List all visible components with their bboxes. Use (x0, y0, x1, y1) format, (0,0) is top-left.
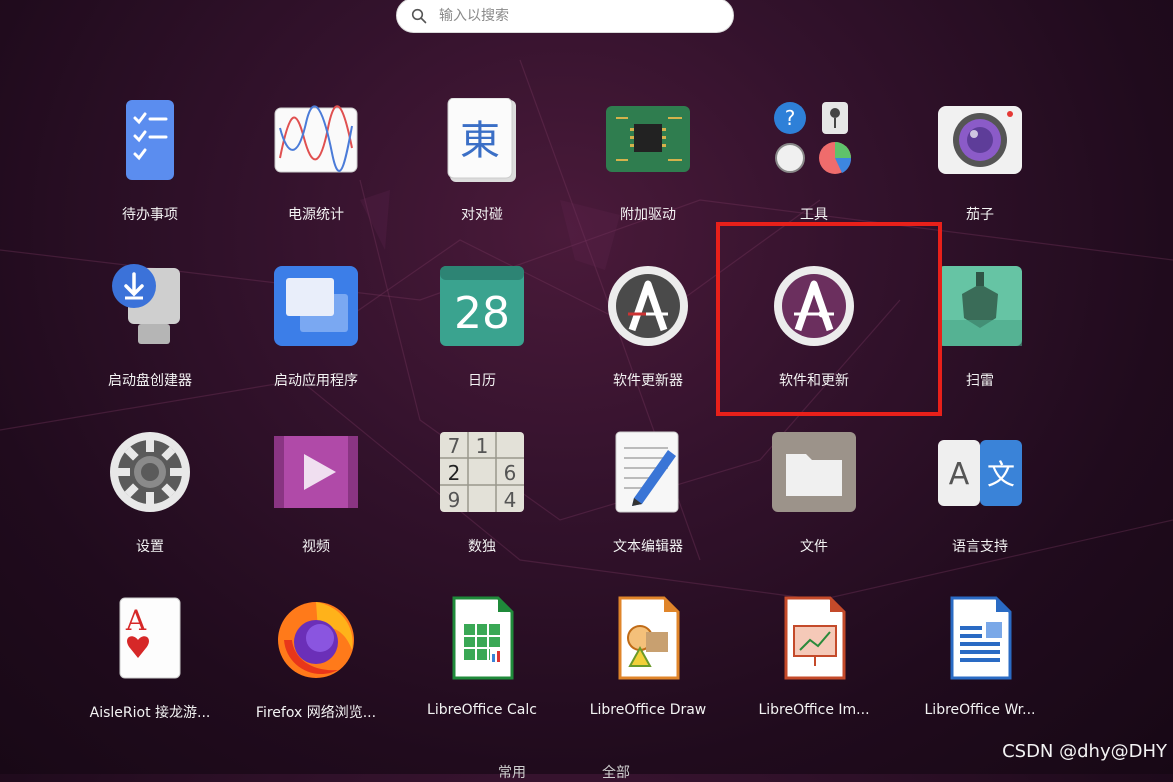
mines-icon (938, 266, 1022, 346)
app-label: 电源统计 (288, 207, 344, 223)
chip-driver-icon (606, 106, 690, 172)
app-calendar[interactable]: 28 日历 (407, 264, 557, 414)
text-editor-icon (615, 431, 679, 513)
sudoku-cell: 1 (476, 434, 489, 458)
app-label: 启动盘创建器 (108, 373, 192, 389)
sudoku-icon: 7 1 2 6 9 4 (440, 432, 524, 512)
selection-highlight-box (716, 222, 942, 416)
sudoku-cell: 7 (448, 434, 461, 458)
app-label: AisleRiot 接龙游... (89, 705, 211, 721)
tab-all[interactable]: 全部 (602, 762, 630, 782)
app-videos[interactable]: 视频 (241, 430, 391, 580)
language-support-icon: A 文 (938, 440, 1022, 506)
app-label: LibreOffice Draw (589, 702, 707, 718)
app-label: 工具 (800, 207, 828, 223)
app-files[interactable]: 文件 (739, 430, 889, 580)
power-statistics-icon (274, 105, 358, 173)
app-label: 设置 (136, 539, 164, 555)
app-label: 茄子 (966, 207, 994, 223)
app-mahjongg[interactable]: 東 对对碰 (407, 98, 557, 248)
app-text-editor[interactable]: 文本编辑器 (573, 430, 723, 580)
usb-creator-icon (112, 264, 180, 344)
app-label: 附加驱动 (620, 207, 676, 223)
app-sudoku[interactable]: 7 1 2 6 9 4 数独 (407, 430, 557, 580)
language-glyph-latin: A (949, 457, 970, 492)
app-libreoffice-writer[interactable]: LibreOffice Wr... (905, 596, 1055, 746)
app-label: 软件更新器 (613, 373, 683, 389)
app-label: LibreOffice Calc (427, 702, 537, 718)
app-label: 文件 (800, 539, 828, 555)
sudoku-cell: 9 (448, 488, 461, 512)
search-bar[interactable] (396, 0, 734, 33)
libreoffice-writer-icon (950, 596, 1012, 680)
app-language-support[interactable]: A 文 语言支持 (905, 430, 1055, 580)
libreoffice-calc-icon (452, 596, 514, 680)
tab-frequent[interactable]: 常用 (498, 762, 526, 782)
app-power-statistics[interactable]: 电源统计 (241, 98, 391, 248)
mahjongg-icon: 東 (447, 98, 516, 182)
app-software-updater[interactable]: 软件更新器 (573, 264, 723, 414)
utilities-folder-icon: ? (774, 102, 852, 174)
calendar-day: 28 (454, 288, 510, 339)
app-label: 对对碰 (461, 207, 503, 223)
libreoffice-impress-icon (784, 596, 846, 680)
search-input[interactable] (437, 6, 701, 25)
app-libreoffice-draw[interactable]: LibreOffice Draw (573, 596, 723, 746)
app-todo[interactable]: 待办事项 (75, 98, 225, 248)
settings-gear-icon (110, 432, 190, 512)
card-glyph: A (125, 604, 147, 637)
app-usb-creator[interactable]: 启动盘创建器 (75, 264, 225, 414)
svg-text:?: ? (785, 106, 796, 130)
app-label: 启动应用程序 (274, 373, 358, 389)
calendar-icon: 28 (440, 266, 524, 346)
app-label: 视频 (302, 539, 330, 555)
language-glyph-cjk: 文 (987, 458, 1015, 491)
app-aisleriot[interactable]: A AisleRiot 接龙游... (75, 596, 225, 746)
files-folder-icon (772, 432, 856, 512)
app-label: 待办事项 (122, 207, 178, 223)
app-label: 扫雷 (966, 373, 994, 389)
libreoffice-draw-icon (618, 596, 680, 680)
video-player-icon (274, 436, 358, 508)
app-settings[interactable]: 设置 (75, 430, 225, 580)
app-libreoffice-impress[interactable]: LibreOffice Im... (739, 596, 889, 746)
sudoku-cell: 4 (504, 488, 517, 512)
app-firefox[interactable]: Firefox 网络浏览... (241, 596, 391, 746)
todo-list-icon (126, 100, 174, 180)
camera-icon (938, 106, 1022, 174)
app-label: LibreOffice Wr... (924, 702, 1036, 718)
app-libreoffice-calc[interactable]: LibreOffice Calc (407, 596, 557, 746)
app-label: LibreOffice Im... (758, 702, 870, 718)
app-label: 日历 (468, 373, 496, 389)
watermark-text: CSDN @dhy@DHY (1002, 741, 1167, 762)
sudoku-cell: 2 (448, 461, 461, 485)
app-label: Firefox 网络浏览... (255, 705, 377, 721)
firefox-icon (278, 602, 354, 678)
app-label: 数独 (468, 539, 496, 555)
app-label: 文本编辑器 (613, 539, 683, 555)
search-icon (411, 8, 427, 23)
software-updater-icon (608, 266, 688, 346)
svg-text:東: 東 (460, 118, 500, 164)
sudoku-cell: 6 (504, 461, 517, 485)
app-startup-applications[interactable]: 启动应用程序 (241, 264, 391, 414)
solitaire-card-icon: A (119, 597, 181, 679)
startup-apps-icon (274, 266, 358, 346)
app-label: 语言支持 (952, 539, 1008, 555)
app-additional-drivers[interactable]: 附加驱动 (573, 98, 723, 248)
